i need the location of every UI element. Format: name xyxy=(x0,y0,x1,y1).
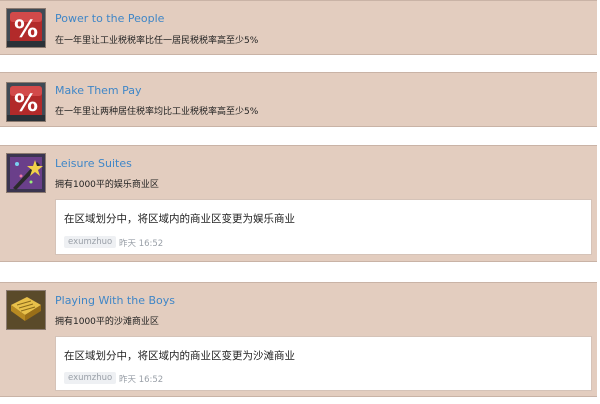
comment-box: 在区域划分中，将区域内的商业区变更为沙滩商业 exumzhuo 昨天 16:52 xyxy=(55,336,592,391)
percent-icon: % xyxy=(7,83,45,121)
comment-username[interactable]: exumzhuo xyxy=(64,236,117,248)
achievement-card: Playing With the Boys 拥有1000平的沙滩商业区 在区域划… xyxy=(0,282,597,397)
magic-wand-icon xyxy=(7,154,45,192)
achievement-title[interactable]: Power to the People xyxy=(55,12,164,25)
achievement-title[interactable]: Make Them Pay xyxy=(55,84,142,97)
comment-timestamp: 昨天 16:52 xyxy=(119,239,164,249)
achievement-title[interactable]: Playing With the Boys xyxy=(55,294,175,307)
achievement-icon-box xyxy=(6,153,46,193)
achievement-card: % Power to the People 在一年里让工业税税率比任一居民税税率… xyxy=(0,0,597,55)
achievement-icon-box: % xyxy=(6,8,46,48)
svg-text:%: % xyxy=(14,89,38,117)
achievement-description: 在一年里让工业税税率比任一居民税税率高至少5% xyxy=(55,36,259,46)
achievement-description: 拥有1000平的娱乐商业区 xyxy=(55,180,159,190)
svg-text:%: % xyxy=(14,15,38,43)
comment-timestamp: 昨天 16:52 xyxy=(119,375,164,385)
achievement-title[interactable]: Leisure Suites xyxy=(55,157,132,170)
comment-box: 在区域划分中，将区域内的商业区变更为娱乐商业 exumzhuo 昨天 16:52 xyxy=(55,199,592,255)
achievement-description: 在一年里让两种居住税率均比工业税税率高至少5% xyxy=(55,107,259,117)
achievement-card: % Make Them Pay 在一年里让两种居住税率均比工业税税率高至少5% xyxy=(0,72,597,127)
comment-username[interactable]: exumzhuo xyxy=(64,372,117,384)
comment-text: 在区域划分中，将区域内的商业区变更为沙滩商业 xyxy=(64,350,295,362)
percent-icon: % xyxy=(7,9,45,47)
beach-map-icon xyxy=(7,291,45,329)
achievement-card: Leisure Suites 拥有1000平的娱乐商业区 在区域划分中，将区域内… xyxy=(0,145,597,262)
comment-text: 在区域划分中，将区域内的商业区变更为娱乐商业 xyxy=(64,213,295,225)
achievement-icon-box: % xyxy=(6,82,46,122)
achievement-description: 拥有1000平的沙滩商业区 xyxy=(55,317,159,327)
achievement-icon-box xyxy=(6,290,46,330)
